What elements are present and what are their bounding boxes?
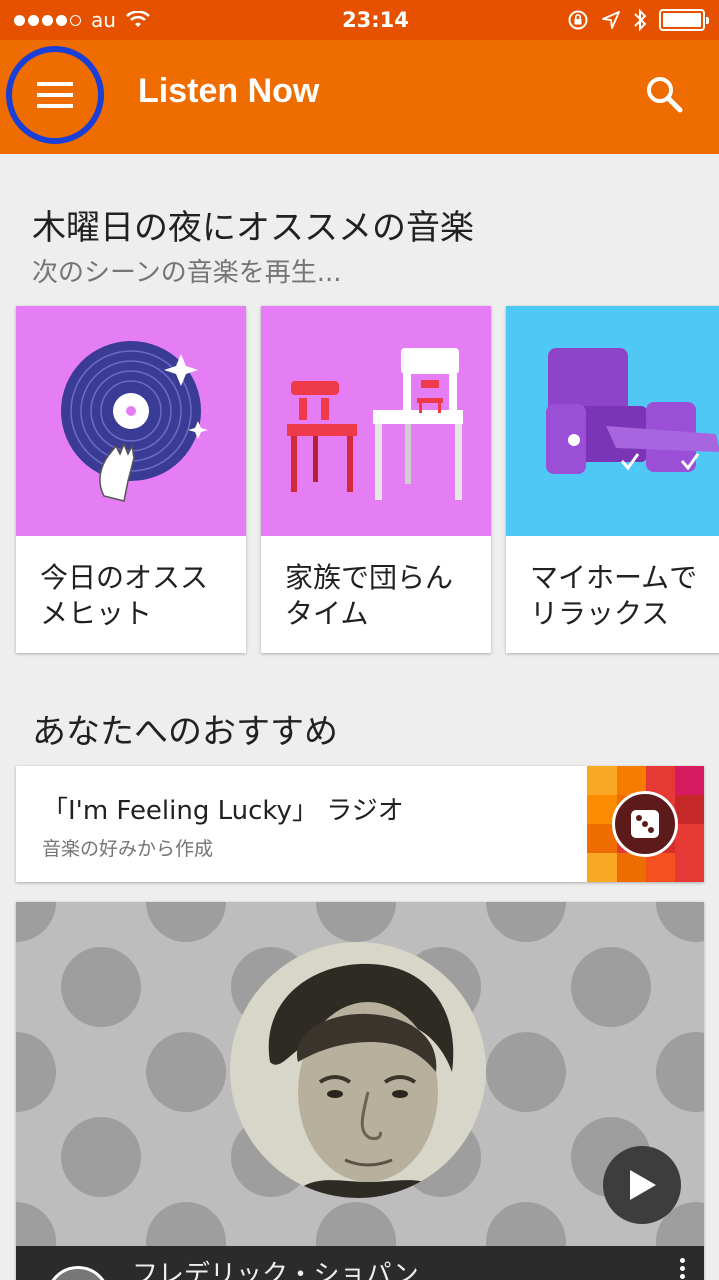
recliner-icon — [546, 348, 719, 474]
card-label: 今日のオスス メヒット — [40, 561, 209, 630]
feeling-lucky-radio-card[interactable]: 「I'm Feeling Lucky」 ラジオ 音楽の好みから作成 — [16, 766, 704, 882]
search-button[interactable] — [640, 70, 690, 120]
avatar — [46, 1266, 110, 1280]
menu-button[interactable] — [6, 46, 104, 144]
carrier-label: au — [91, 8, 116, 32]
radio-artwork — [587, 766, 704, 882]
artist-portrait — [230, 942, 486, 1198]
artist-card[interactable]: フレデリック・ショパン — [16, 902, 704, 1280]
vinyl-record-icon — [61, 341, 208, 502]
rotation-lock-icon — [568, 10, 588, 30]
more-vert-icon[interactable] — [680, 1258, 686, 1280]
artist-name: フレデリック・ショパン — [132, 1260, 419, 1280]
card-artwork — [506, 306, 719, 536]
play-button[interactable] — [603, 1146, 681, 1224]
search-icon — [647, 77, 683, 113]
card-label: 家族で団らん タイム — [285, 561, 454, 630]
status-bar: au 23:14 — [0, 0, 719, 40]
bluetooth-icon — [634, 8, 647, 32]
hamburger-menu-icon — [37, 82, 73, 108]
wifi-icon — [126, 11, 150, 27]
page-title: Listen Now — [138, 72, 320, 110]
card-artwork — [16, 306, 246, 536]
chairs-icon — [287, 348, 463, 500]
clock: 23:14 — [342, 8, 409, 32]
play-icon — [630, 1170, 656, 1200]
location-icon — [602, 11, 620, 29]
signal-strength-icon — [14, 14, 81, 26]
section-title-for-you: あなたへのおすすめ — [32, 712, 338, 752]
card-artwork — [261, 306, 491, 536]
radio-title: 「I'm Feeling Lucky」 ラジオ — [42, 796, 404, 826]
app-bar: Listen Now — [0, 40, 719, 154]
card-label: マイホームで リラックス — [530, 561, 698, 630]
scene-card-family-time[interactable]: 家族で団らん タイム — [261, 306, 491, 653]
scene-card-today-hits[interactable]: 今日のオスス メヒット — [16, 306, 246, 653]
radio-subtitle: 音楽の好みから作成 — [42, 838, 214, 860]
dice-icon — [612, 791, 678, 857]
section-subtitle: 次のシーンの音楽を再生... — [32, 258, 342, 288]
section-title-recommend: 木曜日の夜にオススメの音楽 — [32, 208, 474, 248]
scene-card-relax-home[interactable]: マイホームで リラックス — [506, 306, 719, 653]
battery-icon — [659, 9, 709, 31]
artist-info-bar: フレデリック・ショパン — [16, 1246, 704, 1280]
